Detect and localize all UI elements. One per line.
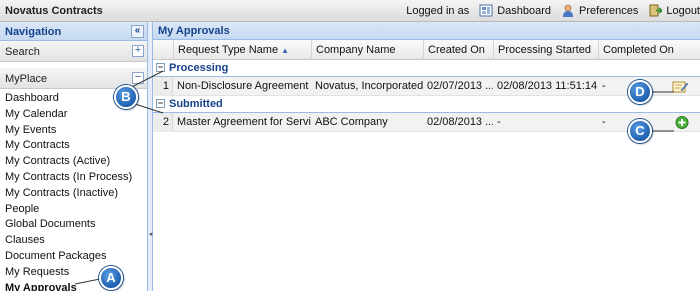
column-request-type-name-label: Request Type Name: [178, 44, 279, 56]
search-section-header[interactable]: Search +: [0, 41, 147, 62]
cell-created-on: 02/08/2013 ...: [427, 116, 493, 128]
column-processing-started[interactable]: Processing Started: [493, 40, 598, 60]
collapse-navigation-button[interactable]: «: [131, 25, 144, 38]
callout-a: A: [99, 266, 123, 290]
cell-company: ABC Company: [315, 116, 388, 128]
row-number: 1: [153, 77, 173, 96]
group-submitted-label: Submitted: [169, 98, 223, 110]
cell-request-type: Non-Disclosure Agreement: [177, 80, 309, 92]
cell-request-type: Master Agreement for Services: [177, 116, 311, 128]
nav-item-my-calendar[interactable]: My Calendar: [5, 107, 142, 123]
preferences-link[interactable]: Preferences: [561, 4, 638, 17]
column-company-name[interactable]: Company Name: [311, 40, 423, 60]
nav-item-people[interactable]: People: [5, 202, 142, 218]
column-completed-on-label: Completed On: [603, 44, 674, 56]
column-completed-on[interactable]: Completed On: [598, 40, 700, 60]
nav-item-my-contracts[interactable]: My Contracts: [5, 138, 142, 154]
table-row[interactable]: 1 Non-Disclosure Agreement Novatus, Inco…: [153, 77, 700, 96]
panel-title: My Approvals: [153, 22, 700, 40]
collapse-group-icon[interactable]: −: [156, 99, 165, 108]
app-title: Novatus Contracts: [5, 5, 103, 17]
column-processing-started-label: Processing Started: [498, 44, 591, 56]
cell-processing-started: -: [497, 116, 501, 128]
nav-item-my-contracts-in-process[interactable]: My Contracts (In Process): [5, 170, 142, 186]
row-number: 2: [153, 113, 173, 132]
search-section-label: Search: [5, 46, 40, 58]
callout-b: B: [114, 85, 138, 109]
group-processing-label: Processing: [169, 62, 229, 74]
nav-item-my-contracts-inactive[interactable]: My Contracts (Inactive): [5, 186, 142, 202]
top-bar: Novatus Contracts Logged in as Dashboard…: [0, 0, 700, 22]
nav-item-global-documents[interactable]: Global Documents: [5, 217, 142, 233]
preferences-link-label: Preferences: [579, 4, 639, 17]
cell-processing-started: 02/08/2013 11:51:14: [497, 80, 598, 92]
add-icon[interactable]: [674, 115, 690, 130]
column-created-on[interactable]: Created On: [423, 40, 493, 60]
top-right-links: Logged in as Dashboard Preferences Logou…: [406, 4, 700, 17]
navigation-title: Navigation: [5, 26, 62, 38]
table-row[interactable]: 2 Master Agreement for Services ABC Comp…: [153, 113, 700, 132]
column-company-name-label: Company Name: [316, 44, 396, 56]
logout-link-label: Logout: [666, 4, 700, 17]
collapse-group-icon[interactable]: −: [156, 63, 165, 72]
nav-item-my-contracts-active[interactable]: My Contracts (Active): [5, 154, 142, 170]
dashboard-link-label: Dashboard: [497, 4, 552, 17]
cell-created-on: 02/07/2013 ...: [427, 80, 493, 92]
my-approvals-panel: My Approvals Request Type Name ▲ Company …: [153, 22, 700, 291]
edit-note-icon[interactable]: [672, 79, 688, 94]
dashboard-link[interactable]: Dashboard: [479, 4, 551, 17]
expand-search-button[interactable]: +: [132, 45, 144, 57]
sort-ascending-icon: ▲: [281, 46, 289, 55]
callout-d: D: [628, 80, 652, 104]
navigation-header: Navigation «: [0, 22, 147, 41]
grid-column-header: Request Type Name ▲ Company Name Created …: [153, 40, 700, 60]
user-preferences-icon: [563, 4, 574, 17]
row-number-column: [153, 40, 173, 60]
nav-item-clauses[interactable]: Clauses: [5, 233, 142, 249]
cell-company: Novatus, Incorporated: [315, 80, 423, 92]
myplace-section-label: MyPlace: [5, 73, 48, 85]
collapse-myplace-button[interactable]: −: [132, 72, 144, 84]
column-request-type-name[interactable]: Request Type Name ▲: [173, 40, 311, 60]
navigation-panel: Navigation « Search + MyPlace − Dashboar…: [0, 22, 148, 291]
column-created-on-label: Created On: [428, 44, 485, 56]
group-submitted[interactable]: − Submitted: [153, 96, 700, 113]
logout-icon: [649, 4, 663, 17]
group-processing[interactable]: − Processing: [153, 60, 700, 77]
logged-in-label: Logged in as: [406, 4, 470, 17]
logout-link[interactable]: Logout: [648, 4, 700, 17]
dashboard-icon: [479, 4, 493, 17]
callout-c: C: [628, 119, 652, 143]
myplace-menu: Dashboard My Calendar My Events My Contr…: [0, 89, 147, 291]
nav-item-my-events[interactable]: My Events: [5, 123, 142, 139]
nav-item-document-packages[interactable]: Document Packages: [5, 249, 142, 265]
